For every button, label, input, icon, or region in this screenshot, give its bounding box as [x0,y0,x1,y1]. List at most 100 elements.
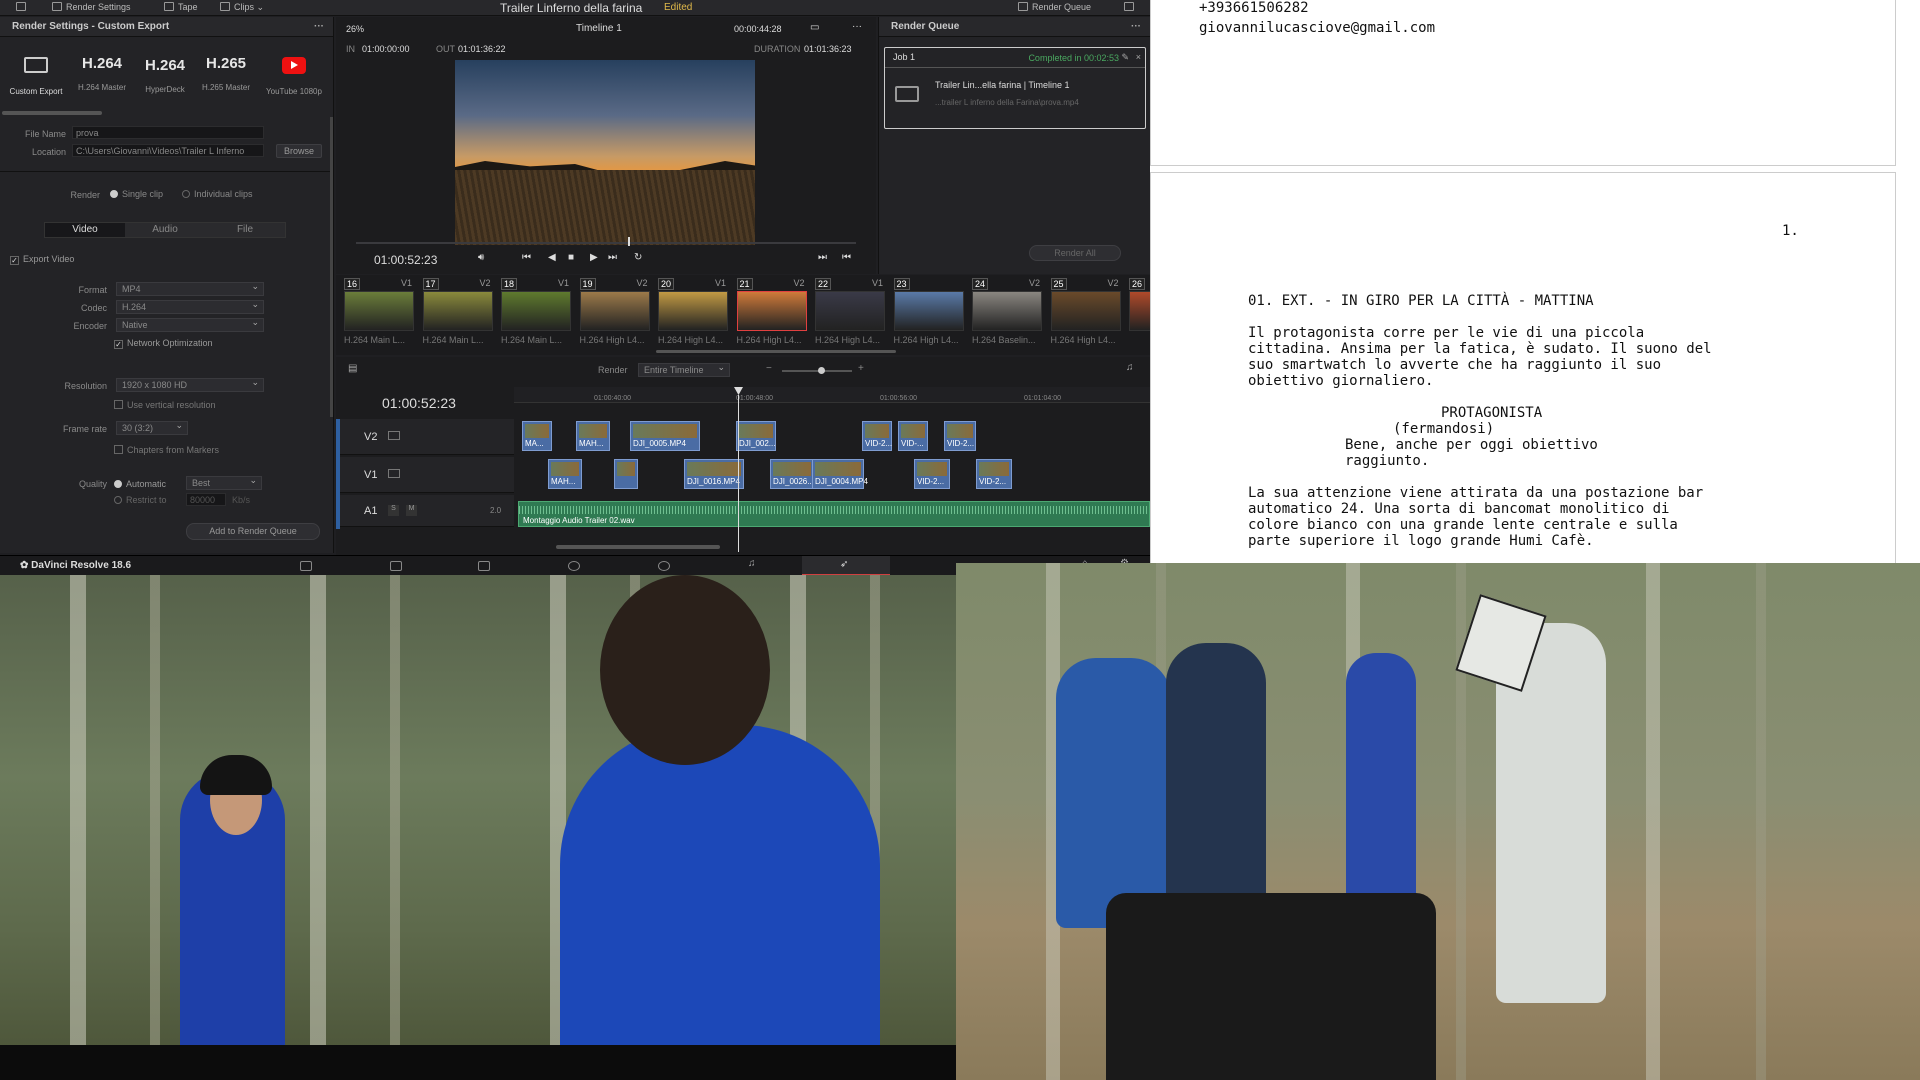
render-job-1[interactable]: Job 1 Completed in 00:02:53 ✎ × Trailer … [884,47,1146,129]
format-select[interactable]: MP4 [116,281,264,296]
timeline-clip-v1[interactable] [614,459,638,489]
volume-icon[interactable]: 🔊︎ [478,252,484,263]
track-v1-toggle-icon[interactable] [388,469,400,478]
codec-select[interactable]: H.264 [116,299,264,314]
audio-clip[interactable]: Montaggio Audio Trailer 02.wav [518,501,1150,527]
timeline-ruler[interactable]: 01:00:40:00 01:00:48:00 01:00:56:00 01:0… [514,387,1150,403]
close-job-icon[interactable]: × [1136,52,1141,62]
timeline-clip-v2[interactable]: MA... [522,421,552,451]
timeline-clip-v1[interactable]: MAH... [548,459,582,489]
stop-icon[interactable]: ■ [568,252,574,263]
chapters-from-markers-checkbox[interactable]: Chapters from Markers [114,445,219,455]
fairlight-page-icon[interactable]: ♫ [748,558,756,569]
timeline-view-icon[interactable]: ▤ [348,363,357,374]
clip-thumbnail[interactable]: 24 V2 H.264 Baselin... [970,275,1044,351]
clip-thumbnail[interactable]: 22 V1 H.264 High L4... [813,275,887,351]
track-v2-toggle-icon[interactable] [388,431,400,440]
restrict-value-field[interactable]: 80000 [186,493,226,506]
jump-end-icon[interactable]: ⏭ [608,252,617,263]
play-icon[interactable]: ▶ [590,252,598,263]
timeline-clip-v1[interactable]: DJI_0026... [770,459,814,489]
monitor-icon[interactable] [16,2,26,12]
timeline-zoom-slider[interactable] [782,370,852,372]
tab-video[interactable]: Video [45,223,125,237]
settings-scrollbar[interactable] [330,117,333,417]
clip-thumbnail[interactable]: 19 V2 H.264 High L4... [578,275,652,351]
render-all-button[interactable]: Render All [1029,245,1121,261]
clip-thumbnail[interactable]: 21 V2 H.264 High L4... [735,275,809,351]
preset-h265-master[interactable]: H.265 H.265 Master [196,53,256,92]
timeline-clip-v1[interactable]: DJI_0016.MP4 [684,459,744,489]
media-page-icon[interactable] [300,561,312,571]
clip-thumbnail[interactable]: 16 V1 H.264 Main L... [342,275,416,351]
tab-audio[interactable]: Audio [125,223,205,237]
reverse-icon[interactable]: ◀ [548,252,556,263]
fusion-page-icon[interactable] [568,561,580,571]
add-to-render-queue-button[interactable]: Add to Render Queue [186,523,320,540]
resolution-select[interactable]: 1920 x 1080 HD [116,377,264,392]
timeline-select[interactable]: Timeline 1 [576,23,622,34]
zoom-in-icon[interactable]: + [858,363,864,374]
timeline-clip-v2[interactable]: VID-2... [862,421,892,451]
zoom-slider-knob[interactable] [818,367,825,374]
clip-thumbnail[interactable]: 25 V2 H.264 High L4... [1049,275,1123,351]
edit-job-icon[interactable]: ✎ [1121,52,1129,63]
zoom-select[interactable]: 26% [346,24,364,34]
preset-youtube[interactable]: YouTube 1080p [264,53,324,96]
individual-clips-radio[interactable]: Individual clips [182,189,253,199]
frame-rate-select[interactable]: 30 (3:2) [116,420,188,435]
track-header-v1[interactable]: V1 [338,457,514,493]
network-optimization-checkbox[interactable]: ✓ Network Optimization [114,338,213,349]
export-video-checkbox[interactable]: ✓ Export Video [10,254,74,265]
single-clip-radio[interactable]: Single clip [110,189,163,199]
tape-toggle[interactable]: Tape [164,2,198,12]
jump-start-icon[interactable]: ⏮ [522,252,531,263]
more-options-icon[interactable]: ··· [314,21,324,32]
vertical-resolution-checkbox[interactable]: Use vertical resolution [114,400,216,410]
preset-scrollbar[interactable] [2,111,102,115]
scrubber-bar[interactable] [356,242,856,244]
color-page-icon[interactable] [658,561,670,571]
viewer-options-icon[interactable]: ▭ [810,22,819,33]
clip-thumbnail[interactable]: 20 V1 H.264 High L4... [656,275,730,351]
clips-toggle[interactable]: Clips ⌄ [220,2,264,13]
render-queue-toggle[interactable]: Render Queue [1018,2,1091,12]
timeline-clip-v1[interactable]: VID-2... [914,459,950,489]
restrict-to-radio[interactable]: Restrict to [114,495,167,505]
timeline-clip-v2[interactable]: DJI_0005.MP4 [630,421,700,451]
edit-page-icon[interactable] [478,561,490,571]
location-field[interactable]: C:\Users\Giovanni\Videos\Trailer L Infer… [72,144,264,157]
render-mode-select[interactable]: Entire Timeline [638,362,730,377]
zoom-out-icon[interactable]: − [766,363,772,374]
timeline-playhead[interactable] [738,395,739,552]
browse-button[interactable]: Browse [276,144,322,158]
deliver-page-tab[interactable]: ➶ [802,556,890,576]
next-clip-icon[interactable]: ⏮ [842,252,851,263]
preset-h264-master[interactable]: H.264 H.264 Master [72,53,132,92]
tab-file[interactable]: File [205,223,285,237]
loop-icon[interactable]: ↻ [634,252,642,263]
quality-select[interactable]: Best [186,475,262,490]
timeline-clip-v2[interactable]: DJI_002... [736,421,776,451]
preset-custom-export[interactable]: Custom Export [6,53,66,96]
encoder-select[interactable]: Native [116,317,264,332]
preset-hyperdeck[interactable]: H.264 HyperDeck [135,55,195,94]
scrubber-playhead[interactable] [628,237,630,246]
timeline-clip-v2[interactable]: MAH... [576,421,610,451]
clip-thumbnail[interactable]: 18 V1 H.264 Main L... [499,275,573,351]
viewer-more-icon[interactable]: ··· [852,21,862,32]
file-name-field[interactable]: prova [72,126,264,139]
render-queue-more-icon[interactable]: ··· [1131,21,1141,32]
clip-thumbnail[interactable]: 23 H.264 High L4... [892,275,966,351]
timeline-clip-v2[interactable]: VID-2... [944,421,976,451]
clips-scrollbar[interactable] [656,350,896,353]
prev-clip-icon[interactable]: ⏭ [818,252,827,263]
solo-icon[interactable]: S [388,505,399,516]
timeline-clip-v1[interactable]: DJI_0004.MP4 [812,459,868,489]
track-header-a1[interactable]: A1 S M 2.0 [338,495,514,527]
timeline-scrollbar[interactable] [556,545,720,549]
timeline-clip-v2[interactable]: VID-... [898,421,928,451]
collapse-icon[interactable] [1124,2,1134,12]
render-settings-toggle[interactable]: Render Settings [52,2,131,12]
cut-page-icon[interactable] [390,561,402,571]
